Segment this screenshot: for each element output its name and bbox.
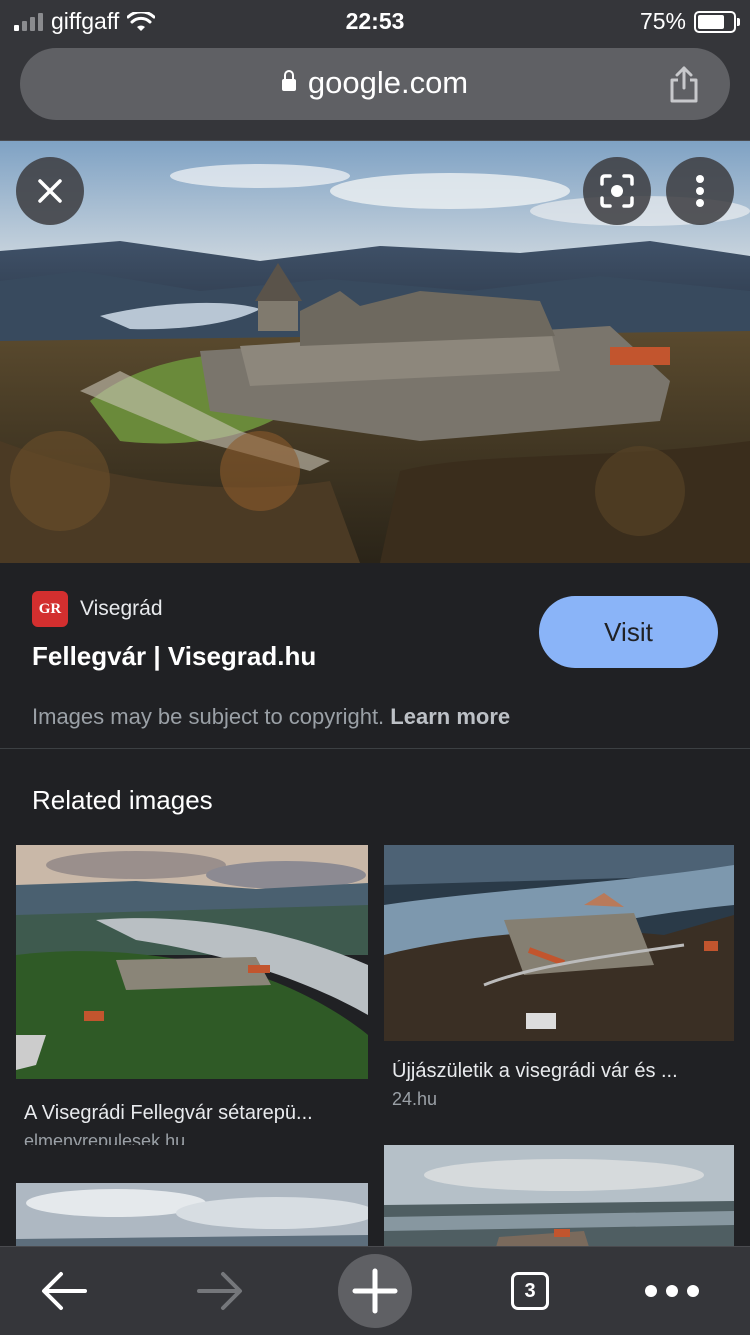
clock: 22:53 (345, 8, 405, 34)
share-icon[interactable] (666, 64, 702, 104)
related-thumbnail (384, 845, 734, 1041)
bottom-toolbar: 3 (0, 1246, 750, 1335)
more-vertical-icon (696, 175, 704, 207)
lens-icon (600, 174, 634, 208)
related-domain: elmenyrepulesek.hu (24, 1131, 186, 1145)
arrow-left-icon (42, 1272, 87, 1310)
learn-more-link[interactable]: Learn more (390, 704, 510, 729)
related-item[interactable]: A Visegrádi Fellegvár sétarepü... elmeny… (16, 845, 368, 1145)
address-bar-container: google.com (0, 42, 750, 141)
more-options-button[interactable] (666, 157, 734, 225)
related-caption[interactable]: A Visegrádi Fellegvár sétarepü... (24, 1102, 360, 1125)
battery-group: 75% (639, 8, 740, 35)
related-thumbnail (384, 1145, 734, 1247)
site-favicon: GR (32, 591, 68, 627)
url-display[interactable]: google.com (20, 65, 730, 101)
copyright-text: Images may be subject to copyright. (32, 704, 385, 729)
related-images-heading: Related images (32, 785, 213, 815)
close-button[interactable] (16, 157, 84, 225)
url-text: google.com (307, 65, 469, 100)
lens-button[interactable] (583, 157, 651, 225)
related-caption[interactable]: Újjászületik a visegrádi vár és ... (392, 1060, 726, 1083)
more-horizontal-icon (645, 1285, 699, 1297)
status-bar: giffgaff 22:53 75% (0, 0, 750, 42)
more-menu-button[interactable] (640, 1259, 704, 1323)
related-item[interactable]: Újjászületik a visegrádi vár és ... 24.h… (384, 845, 734, 1115)
new-tab-button[interactable] (338, 1254, 412, 1328)
forward-button[interactable] (190, 1259, 250, 1323)
main-image[interactable] (0, 141, 750, 563)
tab-switcher-button[interactable]: 3 (505, 1259, 555, 1323)
related-domain: 24.hu (392, 1089, 438, 1109)
related-thumbnail (16, 1183, 368, 1247)
source-info-panel: GR Visegrád Fellegvár | Visegrad.hu Visi… (0, 563, 750, 749)
page-title[interactable]: Fellegvár | Visegrad.hu (32, 641, 316, 672)
lock-icon (281, 70, 296, 91)
site-name[interactable]: Visegrád (80, 597, 163, 621)
copyright-notice: Images may be subject to copyright. Lear… (32, 704, 510, 730)
related-item[interactable] (16, 1183, 368, 1247)
address-bar[interactable]: google.com (20, 48, 730, 120)
back-button[interactable] (34, 1259, 94, 1323)
plus-icon (352, 1268, 398, 1314)
tab-switcher-icon: 3 (511, 1272, 549, 1310)
tab-count: 3 (524, 1279, 536, 1302)
related-item[interactable] (384, 1145, 734, 1247)
source-row[interactable]: GR Visegrád (32, 591, 163, 627)
related-thumbnail (16, 845, 368, 1079)
battery-icon (694, 10, 740, 33)
visit-button[interactable]: Visit (539, 596, 718, 668)
close-icon (38, 179, 62, 203)
battery-percent: 75% (639, 8, 686, 34)
arrow-right-icon (197, 1272, 242, 1310)
